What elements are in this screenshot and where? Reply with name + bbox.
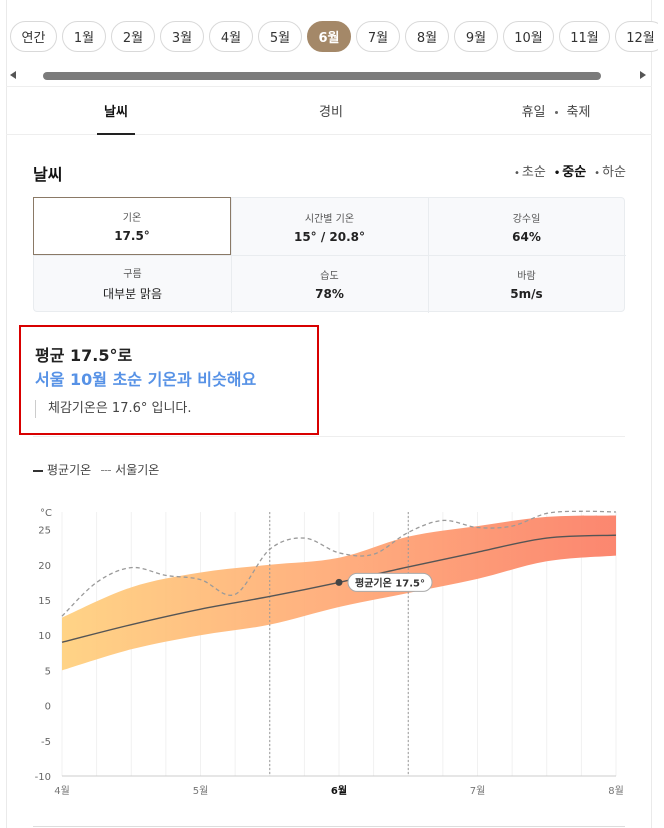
month-scrollbar[interactable] <box>6 70 652 84</box>
x-tick-label: 5월 <box>193 785 209 797</box>
tooltip-label: 평균기온 17.5° <box>355 576 425 589</box>
month-tab[interactable]: 8월 <box>405 21 449 52</box>
scroll-left-arrow-icon[interactable] <box>10 71 16 79</box>
x-tick-label: 7월 <box>470 785 486 797</box>
x-tick-label: 6월 <box>331 785 347 797</box>
tab-weather[interactable]: 날씨 <box>97 101 135 120</box>
period-late[interactable]: • 하순 <box>594 161 626 180</box>
stat-rain-days[interactable]: 강수일 64% <box>428 198 625 255</box>
y-tick-label: -5 <box>41 737 51 748</box>
y-tick-label: 0 <box>45 702 51 713</box>
stat-label: 습도 <box>320 270 339 282</box>
month-tab[interactable]: 1월 <box>62 21 106 52</box>
weather-stats-grid: 기온 17.5° 시간별 기온 15° / 20.8° 강수일 64% 구름 대… <box>33 197 626 313</box>
period-mid[interactable]: • 중순 <box>554 161 586 180</box>
stat-value: 78% <box>315 286 344 301</box>
y-tick-label: 5 <box>45 666 51 677</box>
stat-label: 시간별 기온 <box>304 213 355 225</box>
stat-hourly-temperature[interactable]: 시간별 기온 15° / 20.8° <box>231 198 428 255</box>
month-tab[interactable]: 11월 <box>559 21 610 52</box>
stat-label: 강수일 <box>512 213 541 225</box>
stat-label: 구름 <box>123 269 142 280</box>
month-tab[interactable]: 3월 <box>160 21 204 52</box>
section-divider <box>33 436 625 437</box>
stat-wind[interactable]: 바람 5m/s <box>428 255 625 312</box>
summary-headline: 평균 17.5°로 <box>35 346 133 365</box>
average-point-marker <box>335 578 343 586</box>
stat-value: 15° / 20.8° <box>293 229 366 244</box>
stat-temperature[interactable]: 기온 17.5° <box>33 197 231 255</box>
stat-cloud[interactable]: 구름 대부분 맑음 <box>34 255 231 312</box>
tab-holiday-label: 휴일 <box>521 105 546 120</box>
month-tab[interactable]: 4월 <box>209 21 253 52</box>
month-tab[interactable]: 7월 <box>356 21 400 52</box>
stat-label: 기온 <box>122 213 142 224</box>
y-tick-label: 20 <box>38 561 51 572</box>
month-row: 연간 1월 2월 3월 4월 5월 6월 7월 8월 9월 10월 11월 12월 <box>10 21 658 52</box>
legend-seoul: 서울기온 <box>101 461 159 478</box>
temperature-chart: 25 20 15 10 5 0 -5 -10 °C 평균기온 17.5° 4월 5월 6월 7월 8월 <box>35 508 624 797</box>
month-tab[interactable]: 5월 <box>258 21 302 52</box>
period-early[interactable]: • 초순 <box>514 161 546 180</box>
legend-dashed-line-icon <box>101 470 112 471</box>
bottom-divider <box>33 826 625 827</box>
tab-cost[interactable]: 경비 <box>311 101 351 120</box>
stat-humidity[interactable]: 습도 78% <box>231 255 428 312</box>
feels-like-note: 체감기온은 17.6° 입니다. <box>35 400 192 418</box>
legend-solid-line-icon <box>33 469 43 472</box>
x-tick-label: 4월 <box>54 785 70 797</box>
month-tab[interactable]: 2월 <box>111 21 155 52</box>
scroll-right-arrow-icon[interactable] <box>640 71 646 79</box>
category-tabs: 날씨 경비 휴일 축제 <box>6 86 652 135</box>
month-tab[interactable]: 6월 <box>307 21 351 52</box>
y-tick-label: 10 <box>38 631 51 642</box>
legend-average: 평균기온 <box>33 461 91 478</box>
temperature-summary: 평균 17.5°로 서울 10월 초순 기온과 비슷해요 체감기온은 17.6°… <box>19 325 319 435</box>
chart-legend: 평균기온 서울기온 <box>33 461 159 478</box>
y-tick-label: 15 <box>38 596 51 607</box>
separator-dot <box>554 111 558 114</box>
y-unit-label: °C <box>40 508 52 519</box>
tab-festival-label: 축제 <box>566 105 591 120</box>
month-tab[interactable]: 10월 <box>503 21 554 52</box>
summary-comparison: 서울 10월 초순 기온과 비슷해요 <box>35 370 257 389</box>
stat-label: 바람 <box>517 270 536 282</box>
y-tick-label: 25 <box>38 526 51 537</box>
month-tab[interactable]: 9월 <box>454 21 498 52</box>
x-tick-label: 8월 <box>608 785 624 797</box>
section-title: 날씨 <box>33 165 63 184</box>
active-tab-indicator <box>97 133 135 135</box>
month-tab[interactable]: 연간 <box>10 21 57 52</box>
period-toggle: • 초순 • 중순 • 하순 <box>514 161 626 180</box>
stat-value: 17.5° <box>114 229 150 243</box>
stat-value: 64% <box>512 229 541 244</box>
month-tab[interactable]: 12월 <box>615 21 658 52</box>
month-selector: 연간 1월 2월 3월 4월 5월 6월 7월 8월 9월 10월 11월 12월 <box>6 0 658 72</box>
stat-value: 5m/s <box>510 286 543 301</box>
tab-holiday-festival[interactable]: 휴일 축제 <box>506 101 606 120</box>
stat-value: 대부분 맑음 <box>102 287 162 301</box>
scrollbar-thumb[interactable] <box>43 72 601 80</box>
y-tick-label: -10 <box>35 772 51 783</box>
